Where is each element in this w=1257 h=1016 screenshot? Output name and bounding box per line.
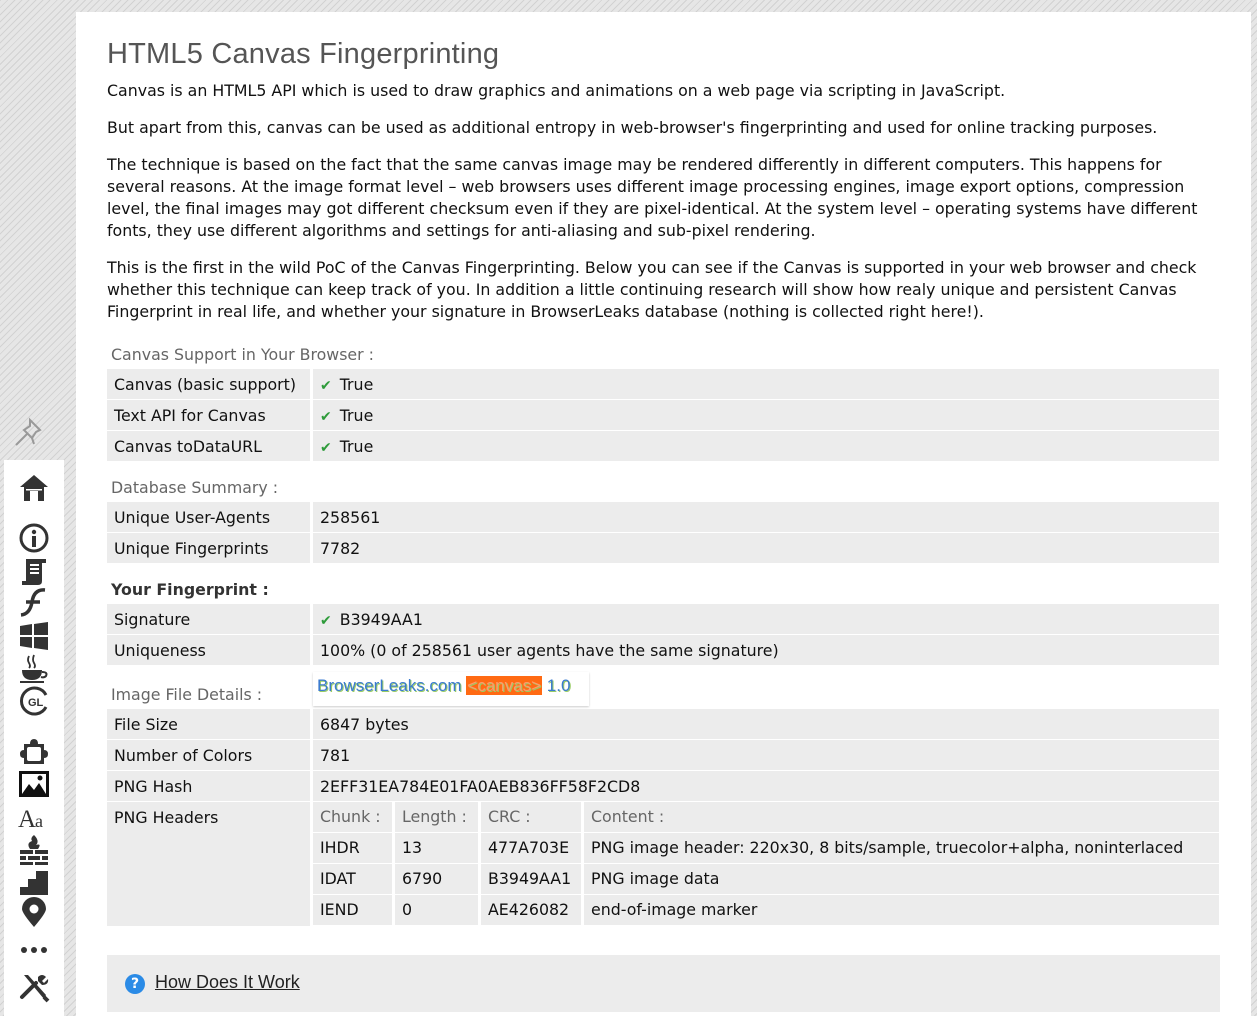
support-key: Canvas (basic support) bbox=[107, 369, 310, 399]
info-icon[interactable] bbox=[18, 522, 50, 554]
canvas-text-site: BrowserLeaks.com bbox=[317, 676, 462, 695]
technique-paragraph: The technique is based on the fact that … bbox=[107, 155, 1198, 240]
table-row: Uniqueness 100% (0 of 258561 user agents… bbox=[107, 635, 1219, 665]
file-size-key: File Size bbox=[107, 709, 310, 739]
png-col-length: Length : bbox=[395, 802, 478, 832]
how-it-works-link[interactable]: How Does It Work bbox=[155, 972, 300, 993]
support-table: Canvas (basic support) ✔ True Text API fo… bbox=[107, 368, 1219, 462]
png-crc: B3949AA1 bbox=[481, 864, 581, 894]
flash-icon[interactable] bbox=[18, 586, 50, 618]
pin-icon[interactable] bbox=[10, 414, 48, 452]
puzzle-icon[interactable] bbox=[18, 736, 50, 768]
png-col-content: Content : bbox=[584, 802, 1219, 832]
support-heading: Canvas Support in Your Browser : bbox=[111, 345, 374, 364]
image-icon[interactable] bbox=[18, 768, 50, 800]
file-size-value: 6847 bytes bbox=[310, 709, 1219, 739]
table-row: Signature ✔ B3949AA1 bbox=[107, 604, 1219, 634]
main-panel: HTML5 Canvas Fingerprinting Canvas is an… bbox=[76, 12, 1251, 1016]
location-icon[interactable] bbox=[18, 897, 50, 929]
support-key: Text API for Canvas bbox=[107, 400, 310, 430]
png-crc: 477A703E bbox=[481, 833, 581, 863]
support-value: True bbox=[339, 374, 374, 394]
database-key: Unique User-Agents bbox=[107, 502, 310, 532]
sidebar: GL Aa bbox=[4, 460, 64, 1016]
table-row: Unique Fingerprints 7782 bbox=[107, 533, 1219, 563]
entropy-paragraph: But apart from this, canvas can be used … bbox=[107, 118, 1158, 137]
support-value: True bbox=[339, 405, 374, 425]
support-value: True bbox=[339, 436, 374, 456]
database-value: 258561 bbox=[310, 502, 1219, 532]
png-content: PNG image header: 220x30, 8 bits/sample,… bbox=[584, 833, 1219, 863]
png-content: PNG image data bbox=[584, 864, 1219, 894]
firewall-icon[interactable] bbox=[18, 833, 50, 865]
script-icon[interactable] bbox=[18, 555, 50, 587]
intro-paragraph: Canvas is an HTML5 API which is used to … bbox=[107, 81, 1006, 100]
page-title: HTML5 Canvas Fingerprinting bbox=[107, 38, 500, 70]
question-icon: ? bbox=[125, 974, 145, 994]
check-icon: ✔ bbox=[320, 377, 332, 394]
table-row: Canvas (basic support) ✔ True bbox=[107, 369, 1219, 399]
table-row: PNG Hash 2EFF31EA784E01FA0AEB836FF58F2CD… bbox=[107, 771, 1219, 801]
uniqueness-value: 100% (0 of 258561 user agents have the s… bbox=[310, 635, 1219, 665]
png-col-chunk: Chunk : bbox=[313, 802, 392, 832]
png-headers-key: PNG Headers bbox=[114, 808, 219, 827]
uniqueness-key: Uniqueness bbox=[107, 635, 310, 665]
png-hash-value: 2EFF31EA784E01FA0AEB836FF58F2CD8 bbox=[310, 771, 1219, 801]
check-icon: ✔ bbox=[320, 612, 332, 629]
png-headers-table: PNG Headers Chunk : Length : CRC : Conte… bbox=[107, 802, 1219, 926]
png-chunk: IEND bbox=[313, 895, 392, 925]
colors-key: Number of Colors bbox=[107, 740, 310, 770]
database-key: Unique Fingerprints bbox=[107, 533, 310, 563]
png-length: 13 bbox=[395, 833, 478, 863]
webgl-icon[interactable]: GL bbox=[18, 685, 50, 717]
png-crc: AE426082 bbox=[481, 895, 581, 925]
signature-value: B3949AA1 bbox=[339, 609, 423, 629]
signature-key: Signature bbox=[107, 604, 310, 634]
canvas-text-tag: <canvas> bbox=[466, 676, 543, 695]
svg-text:A: A bbox=[18, 806, 36, 833]
font-icon[interactable]: Aa bbox=[18, 801, 50, 833]
stairs-icon[interactable] bbox=[18, 865, 50, 897]
png-chunk: IDAT bbox=[313, 864, 392, 894]
canvas-text-version: 1.0 bbox=[546, 676, 571, 695]
check-icon: ✔ bbox=[320, 408, 332, 425]
more-icon[interactable] bbox=[18, 934, 50, 966]
database-value: 7782 bbox=[310, 533, 1219, 563]
table-row: Canvas toDataURL ✔ True bbox=[107, 431, 1219, 461]
png-length: 0 bbox=[395, 895, 478, 925]
png-hash-key: PNG Hash bbox=[107, 771, 310, 801]
fingerprint-heading: Your Fingerprint : bbox=[111, 580, 269, 599]
table-row: Text API for Canvas ✔ True bbox=[107, 400, 1219, 430]
table-row: File Size 6847 bytes bbox=[107, 709, 1219, 739]
colors-value: 781 bbox=[310, 740, 1219, 770]
png-col-crc: CRC : bbox=[481, 802, 581, 832]
png-chunk: IHDR bbox=[313, 833, 392, 863]
how-it-works-panel: ? How Does It Work bbox=[107, 955, 1220, 1012]
database-table: Unique User-Agents 258561 Unique Fingerp… bbox=[107, 501, 1219, 564]
check-icon: ✔ bbox=[320, 439, 332, 456]
support-key: Canvas toDataURL bbox=[107, 431, 310, 461]
image-file-heading: Image File Details : bbox=[111, 685, 263, 704]
image-file-table: File Size 6847 bytes Number of Colors 78… bbox=[107, 708, 1219, 802]
fingerprint-table: Signature ✔ B3949AA1 Uniqueness 100% (0 o… bbox=[107, 603, 1219, 666]
database-heading: Database Summary : bbox=[111, 478, 279, 497]
png-length: 6790 bbox=[395, 864, 478, 894]
table-row: Unique User-Agents 258561 bbox=[107, 502, 1219, 532]
table-row: Number of Colors 781 bbox=[107, 740, 1219, 770]
windows-icon[interactable] bbox=[18, 620, 50, 652]
tools-icon[interactable] bbox=[18, 971, 50, 1003]
home-icon[interactable] bbox=[18, 472, 50, 504]
png-content: end-of-image marker bbox=[584, 895, 1219, 925]
java-icon[interactable] bbox=[18, 652, 50, 684]
svg-text:a: a bbox=[35, 811, 43, 831]
svg-text:GL: GL bbox=[28, 697, 44, 709]
canvas-fingerprint-image: BrowserLeaks.com <canvas> 1.0 bbox=[313, 672, 589, 706]
poc-paragraph: This is the first in the wild PoC of the… bbox=[107, 258, 1197, 321]
